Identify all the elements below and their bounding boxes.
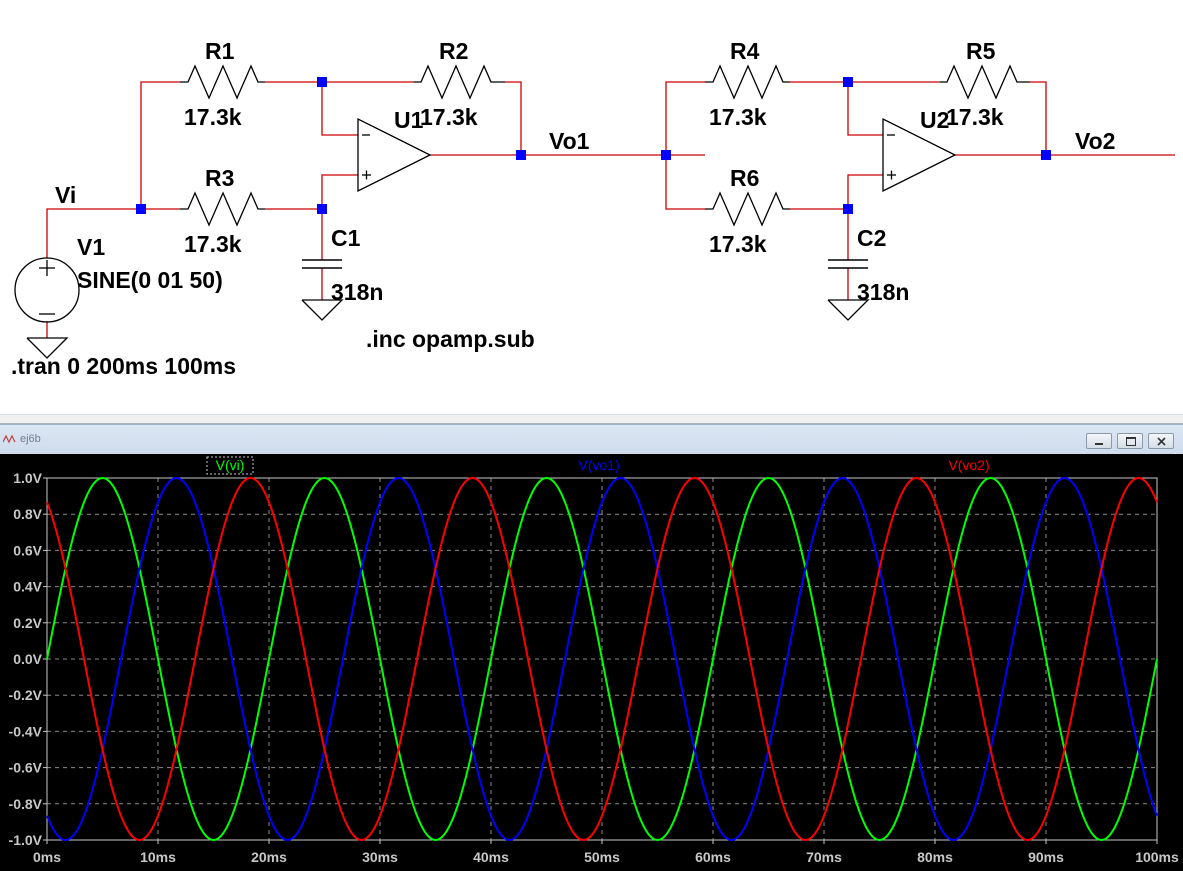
resistor-r3-symbol[interactable] [180, 191, 265, 227]
restore-icon[interactable] [1117, 433, 1143, 449]
x-tick-label: 20ms [251, 849, 287, 865]
c2-value-label: 318n [857, 279, 909, 305]
y-tick-label: 0.0V [13, 651, 42, 667]
resistor-r5-symbol[interactable] [940, 64, 1030, 100]
net-label-vo1: Vo1 [549, 128, 590, 154]
x-tick-label: 60ms [695, 849, 731, 865]
resistor-r1-symbol[interactable] [180, 64, 265, 100]
close-icon[interactable] [1148, 433, 1174, 449]
y-tick-label: -0.8V [9, 796, 43, 812]
node-marker [516, 150, 526, 160]
node-marker [136, 204, 146, 214]
schematic-canvas[interactable]: R1 17.3k R2 17.3k R3 17.3k R4 17.3k R5 1… [0, 0, 1183, 414]
x-tick-label: 100ms [1135, 849, 1179, 865]
r2-value-label: 17.3k [420, 104, 478, 130]
window-separator [0, 414, 1183, 424]
y-tick-label: -0.2V [9, 687, 43, 703]
y-tick-label: -0.4V [9, 723, 43, 739]
node-marker [843, 77, 853, 87]
r4-value-label: 17.3k [709, 104, 767, 130]
r5-name-label: R5 [966, 38, 996, 64]
r6-value-label: 17.3k [709, 231, 767, 257]
x-tick-label: 90ms [1028, 849, 1064, 865]
minimize-icon[interactable] [1086, 433, 1112, 449]
y-tick-label: 0.6V [13, 542, 42, 558]
x-tick-label: 70ms [806, 849, 842, 865]
node-marker [1041, 150, 1051, 160]
legend-label[interactable]: V(vo2) [948, 457, 989, 473]
y-tick-label: -1.0V [9, 832, 43, 848]
r4-name-label: R4 [730, 38, 760, 64]
node-marker [843, 204, 853, 214]
r5-value-label: 17.3k [946, 104, 1004, 130]
x-tick-label: 30ms [362, 849, 398, 865]
node-marker [317, 204, 327, 214]
r2-name-label: R2 [439, 38, 468, 64]
r6-name-label: R6 [730, 165, 759, 191]
r1-value-label: 17.3k [184, 104, 242, 130]
x-tick-label: 80ms [917, 849, 953, 865]
capacitor-c1-symbol[interactable] [302, 259, 342, 269]
x-tick-label: 40ms [473, 849, 509, 865]
inc-directive[interactable]: .inc opamp.sub [366, 326, 535, 352]
waveform-window: ej6b 1.0V 0.8V 0.6V 0.4V 0.2V 0.0V -0.2V -0.4V -… [0, 424, 1183, 871]
y-tick-label: -0.6V [9, 760, 43, 776]
c1-name-label: C1 [331, 225, 361, 251]
capacitor-c2-symbol[interactable] [828, 259, 868, 269]
y-tick-label: 0.4V [13, 579, 42, 595]
u1-name-label: U1 [394, 107, 424, 133]
node-marker [661, 150, 671, 160]
u2-name-label: U2 [920, 107, 949, 133]
v1-value-label: SINE(0 01 50) [77, 267, 223, 293]
legend-label[interactable]: V(vo1) [578, 457, 619, 473]
c1-value-label: 318n [331, 279, 383, 305]
waveform-window-icon [3, 434, 16, 444]
r3-name-label: R3 [205, 165, 234, 191]
net-label-vi: Vi [55, 182, 76, 208]
x-tick-label: 10ms [140, 849, 176, 865]
r3-value-label: 17.3k [184, 231, 242, 257]
x-tick-label: 50ms [584, 849, 620, 865]
y-tick-label: 0.8V [13, 506, 42, 522]
waveform-titlebar[interactable]: ej6b [0, 424, 1183, 454]
resistor-r6-symbol[interactable] [705, 191, 790, 227]
y-tick-label: 0.2V [13, 615, 42, 631]
waveform-window-title: ej6b [20, 433, 41, 445]
c2-name-label: C2 [857, 225, 886, 251]
resistor-r4-symbol[interactable] [705, 64, 790, 100]
y-tick-label: 1.0V [13, 470, 42, 486]
waveform-plot[interactable]: 1.0V 0.8V 0.6V 0.4V 0.2V 0.0V -0.2V -0.4V -0.6V -… [0, 454, 1183, 871]
voltage-source-v1-symbol[interactable] [14, 257, 80, 323]
v1-name-label: V1 [77, 234, 105, 260]
tran-directive[interactable]: .tran 0 200ms 100ms [11, 353, 236, 379]
x-tick-label: 0ms [33, 849, 61, 865]
net-label-vo2: Vo2 [1075, 128, 1115, 154]
node-marker [317, 77, 327, 87]
r1-name-label: R1 [205, 38, 235, 64]
legend-label[interactable]: V(vi) [216, 457, 245, 473]
resistor-r2-symbol[interactable] [414, 64, 505, 100]
